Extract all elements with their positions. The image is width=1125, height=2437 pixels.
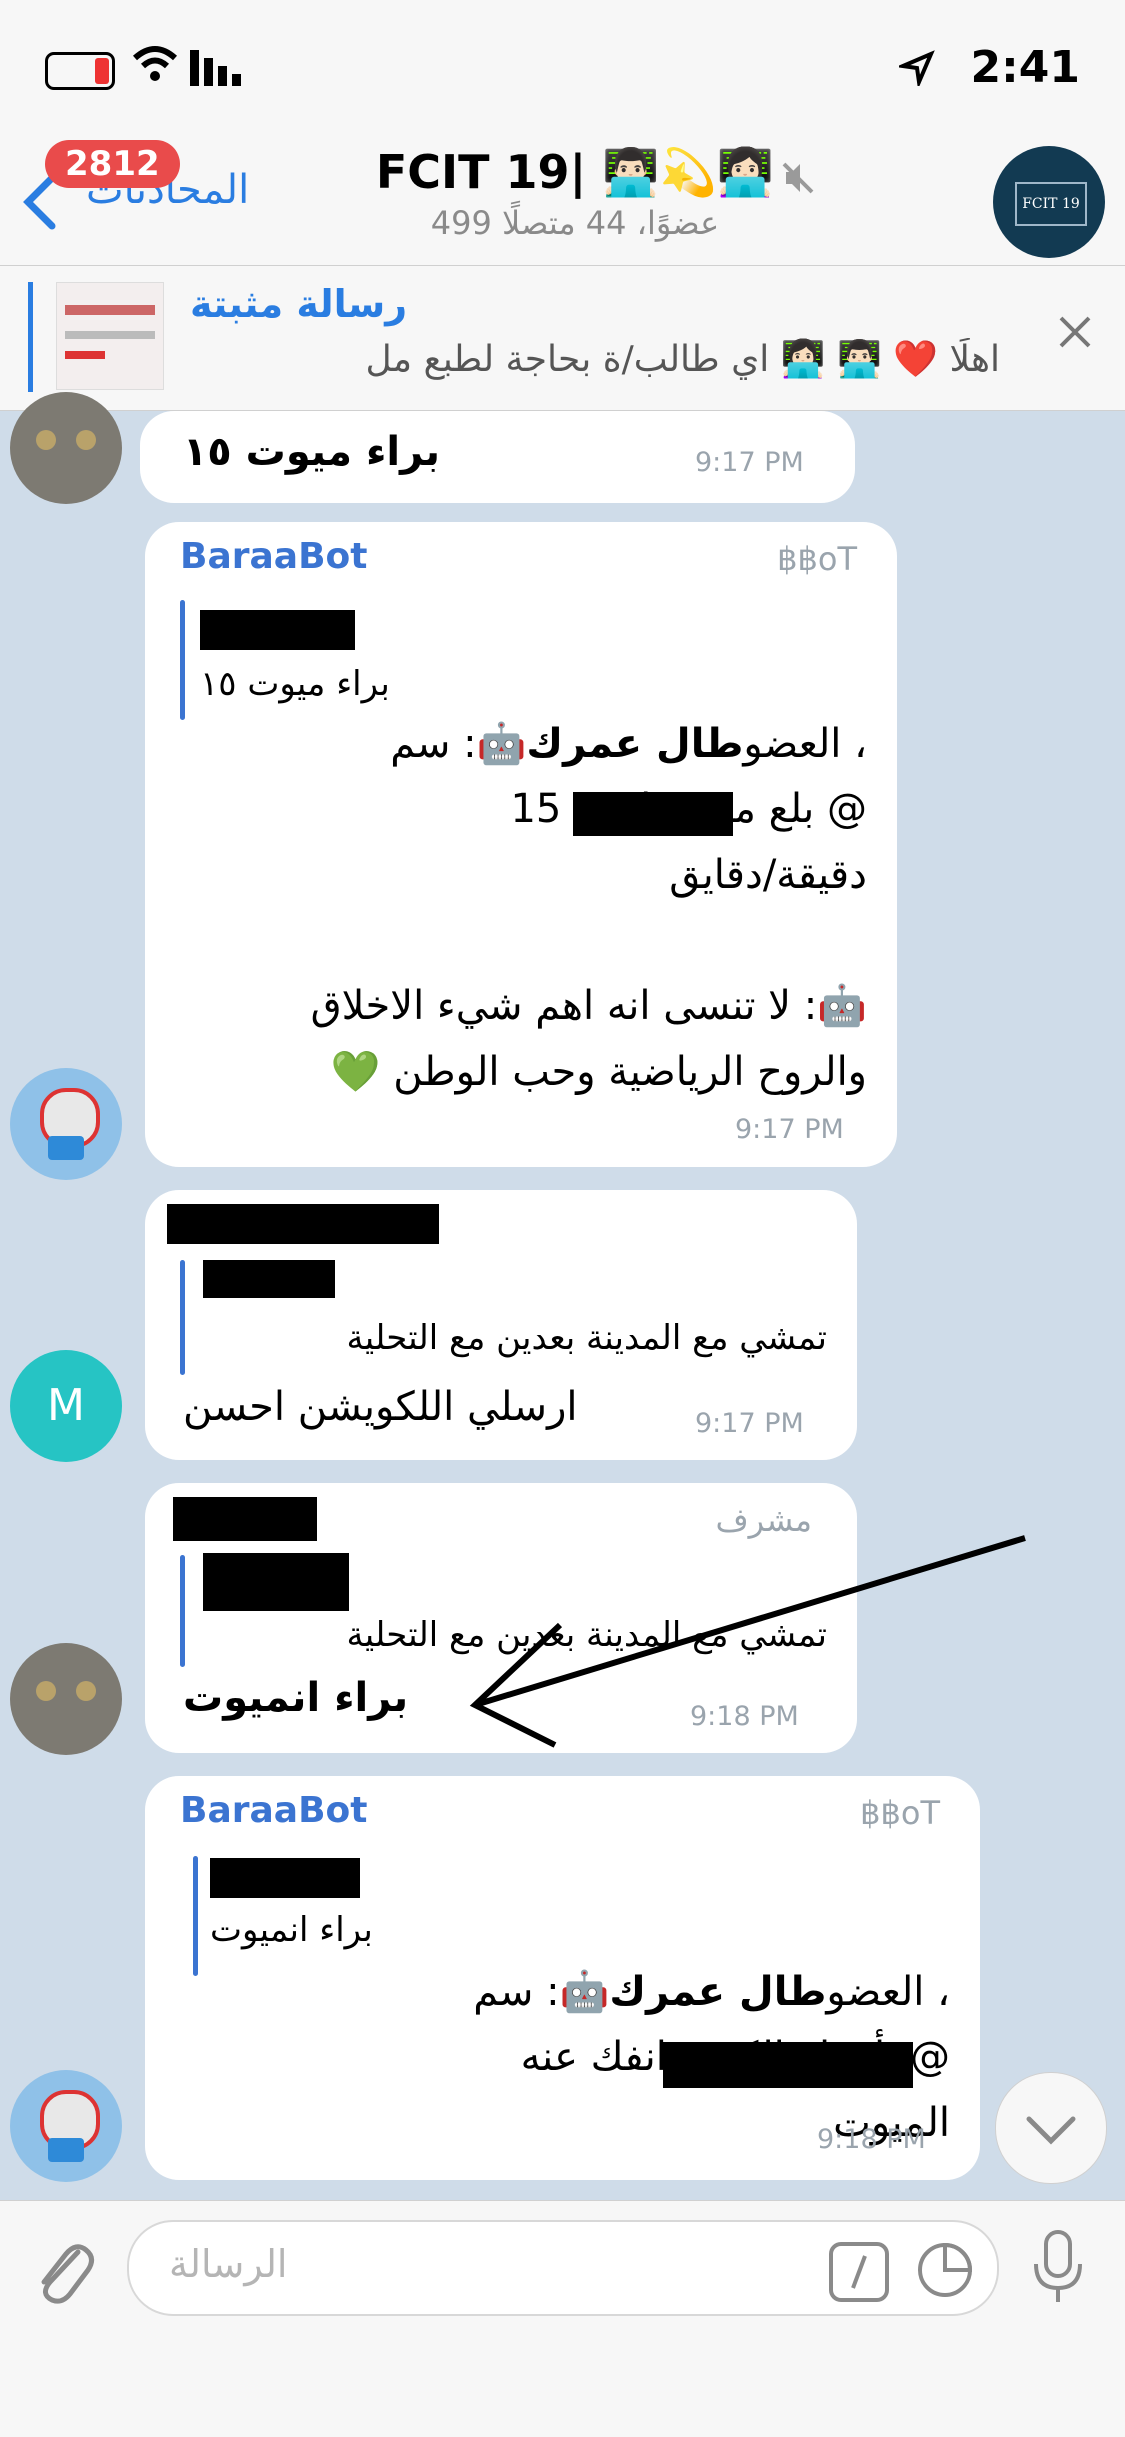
message-text: براء ميوت ١٥: [182, 429, 440, 475]
message-text-end: ، العضو: [826, 1969, 950, 2015]
avatar[interactable]: M: [10, 1350, 122, 1462]
wifi-icon: [130, 44, 180, 94]
microphone-icon[interactable]: [1028, 2228, 1088, 2312]
redacted-name: [200, 610, 355, 650]
reply-bar: [180, 1555, 185, 1667]
group-avatar[interactable]: FCIT 19: [993, 146, 1105, 258]
sender-tag: ฿฿oT: [860, 1794, 940, 1832]
message-bubble[interactable]: BaraaBot ฿฿oT براء ميوت ١٥ ، العضوطال عم…: [145, 522, 897, 1167]
bot-avatar[interactable]: [10, 1068, 122, 1180]
message-bubble[interactable]: BaraaBot ฿฿oT براء انميوت ، العضوطال عمر…: [145, 1776, 980, 2180]
message-line: ، العضوطال عمرك🤖: سم: [390, 720, 867, 767]
signal-icon: [190, 50, 250, 90]
message-time: 9:17 PM: [695, 447, 804, 478]
message-bubble[interactable]: براء ميوت ١٥ 9:17 PM: [140, 411, 855, 503]
annotation-arrow: [460, 1530, 1040, 1764]
message-text-start: 🤖: سم: [473, 1969, 610, 2015]
battery-icon: [45, 52, 115, 90]
sender-name[interactable]: BaraaBot: [180, 536, 367, 577]
reply-bar: [180, 600, 185, 720]
message-text: 🤖: لا تنسى انه اهم شيء الاخلاق: [310, 983, 867, 1029]
message-text: ارسلي اللكويشن احسن: [183, 1384, 578, 1430]
redacted-sender: [173, 1497, 317, 1541]
group-avatar-label: FCIT 19: [1015, 182, 1087, 226]
message-time: 9:17 PM: [735, 1114, 844, 1145]
message-text-start: 🤖: سم: [390, 721, 527, 767]
status-bar: 2:41: [0, 0, 1125, 135]
message-text-bold: طال عمرك: [526, 721, 744, 767]
pinned-message-bar[interactable]: رسالة مثبتة اهلًا ❤️ 👨🏻‍💻 👩🏻‍💻 اي طالب/ة…: [0, 266, 1125, 411]
chat-subtitle: 499 عضوًا، 44 متصلًا: [430, 204, 720, 242]
location-icon: [895, 50, 935, 90]
sender-tag: ฿฿oT: [777, 540, 857, 578]
redacted-mention: [663, 2042, 913, 2088]
redacted-name: [210, 1858, 360, 1898]
redacted-name: [203, 1260, 335, 1298]
reply-bar: [193, 1856, 198, 1976]
message-time: 9:17 PM: [695, 1408, 804, 1439]
message-time: 9:18 PM: [817, 2124, 926, 2155]
bot-avatar[interactable]: [10, 2070, 122, 2182]
message-text: والروح الرياضية وحب الوطن 💚: [330, 1049, 867, 1095]
message-text: دقيقة/دقايق: [669, 852, 867, 898]
message-line: ، العضوطال عمرك🤖: سم: [473, 1968, 950, 2015]
redacted-sender: [167, 1204, 439, 1244]
avatar[interactable]: [10, 1643, 122, 1755]
message-input[interactable]: الرسالة: [127, 2220, 999, 2316]
redacted-mention: [573, 792, 733, 836]
chevron-down-icon: [1026, 2116, 1076, 2145]
attach-icon[interactable]: [28, 2230, 98, 2314]
clock: 2:41: [970, 42, 1080, 93]
chat-title[interactable]: FCIT 19| 👨🏻‍💻💫👩🏻‍💻: [350, 145, 800, 200]
message-bubble[interactable]: تمشي مع المدينة بعدين مع التحلية ارسلي ا…: [145, 1190, 857, 1460]
message-text-bold: طال عمرك: [609, 1969, 827, 2015]
reply-text[interactable]: تمشي مع المدينة بعدين مع التحلية: [346, 1318, 827, 1358]
message-text-end: ، العضو: [743, 721, 867, 767]
message-text: براء انميوت: [183, 1675, 409, 1721]
reply-text[interactable]: براء ميوت ١٥: [200, 664, 390, 704]
muted-icon: [780, 160, 816, 200]
pinned-indicator: [28, 282, 33, 392]
redacted-name: [203, 1553, 349, 1611]
sticker-icon[interactable]: [915, 2240, 975, 2304]
pinned-title: رسالة مثبتة: [190, 282, 408, 326]
reply-text[interactable]: براء انميوت: [210, 1910, 373, 1950]
sender-name[interactable]: BaraaBot: [180, 1790, 367, 1831]
reply-bar: [180, 1260, 185, 1375]
avatar[interactable]: [10, 392, 122, 504]
scroll-down-button[interactable]: [995, 2072, 1107, 2184]
close-pinned-icon[interactable]: [1055, 312, 1095, 356]
pinned-thumbnail: [56, 282, 164, 390]
commands-icon[interactable]: [829, 2242, 889, 2302]
pinned-preview: اهلًا ❤️ 👨🏻‍💻 👩🏻‍💻 اي طالب/ة بحاجة لطبع …: [365, 339, 1000, 380]
input-placeholder: الرسالة: [169, 2242, 288, 2286]
unread-badge: 2812: [45, 140, 180, 188]
